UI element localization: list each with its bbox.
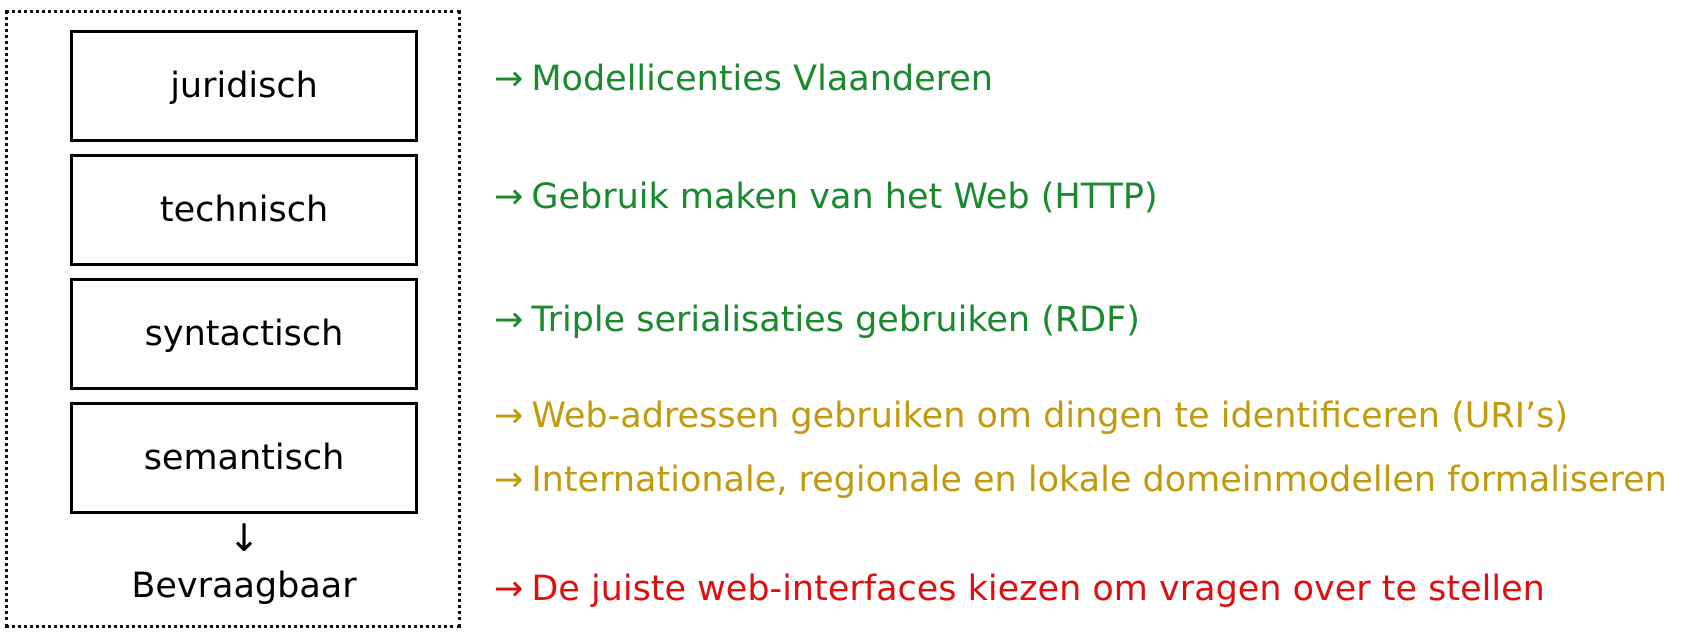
- layer-label: juridisch: [170, 66, 318, 106]
- down-arrow-icon: ↓: [228, 516, 260, 560]
- layer-label: semantisch: [143, 438, 345, 478]
- layer-label: technisch: [159, 190, 329, 230]
- item-text: De juiste web-interfaces kiezen om vrage…: [531, 569, 1545, 609]
- right-arrow-icon: →: [494, 460, 524, 500]
- layer-box-syntactisch: syntactisch: [70, 278, 418, 390]
- item-text: Gebruik maken van het Web (HTTP): [531, 177, 1158, 217]
- item-domain-models: → Internationale, regionale en lokale dom…: [494, 456, 1667, 504]
- right-arrow-icon: →: [494, 300, 524, 340]
- item-text: Triple serialisaties gebruiken (RDF): [531, 300, 1140, 340]
- item-web-interfaces: → De juiste web-interfaces kiezen om vrag…: [494, 565, 1545, 613]
- item-text: Web-adressen gebruiken om dingen te iden…: [531, 396, 1569, 436]
- right-arrow-icon: →: [494, 59, 524, 99]
- right-arrow-icon: →: [494, 177, 524, 217]
- item-licenses: → Modellicenties Vlaanderen: [494, 55, 993, 103]
- item-text: Internationale, regionale en lokale dome…: [531, 460, 1667, 500]
- layer-label: syntactisch: [144, 314, 344, 354]
- layer-box-semantisch: semantisch: [70, 402, 418, 514]
- right-arrow-icon: →: [494, 396, 524, 436]
- result-label: Bevraagbaar: [131, 566, 357, 606]
- layer-box-juridisch: juridisch: [70, 30, 418, 142]
- item-http: → Gebruik maken van het Web (HTTP): [494, 173, 1158, 221]
- item-uris: → Web-adressen gebruiken om dingen te ide…: [494, 392, 1568, 440]
- right-arrow-icon: →: [494, 569, 524, 609]
- layer-box-technisch: technisch: [70, 154, 418, 266]
- item-text: Modellicenties Vlaanderen: [531, 59, 993, 99]
- item-rdf: → Triple serialisaties gebruiken (RDF): [494, 296, 1140, 344]
